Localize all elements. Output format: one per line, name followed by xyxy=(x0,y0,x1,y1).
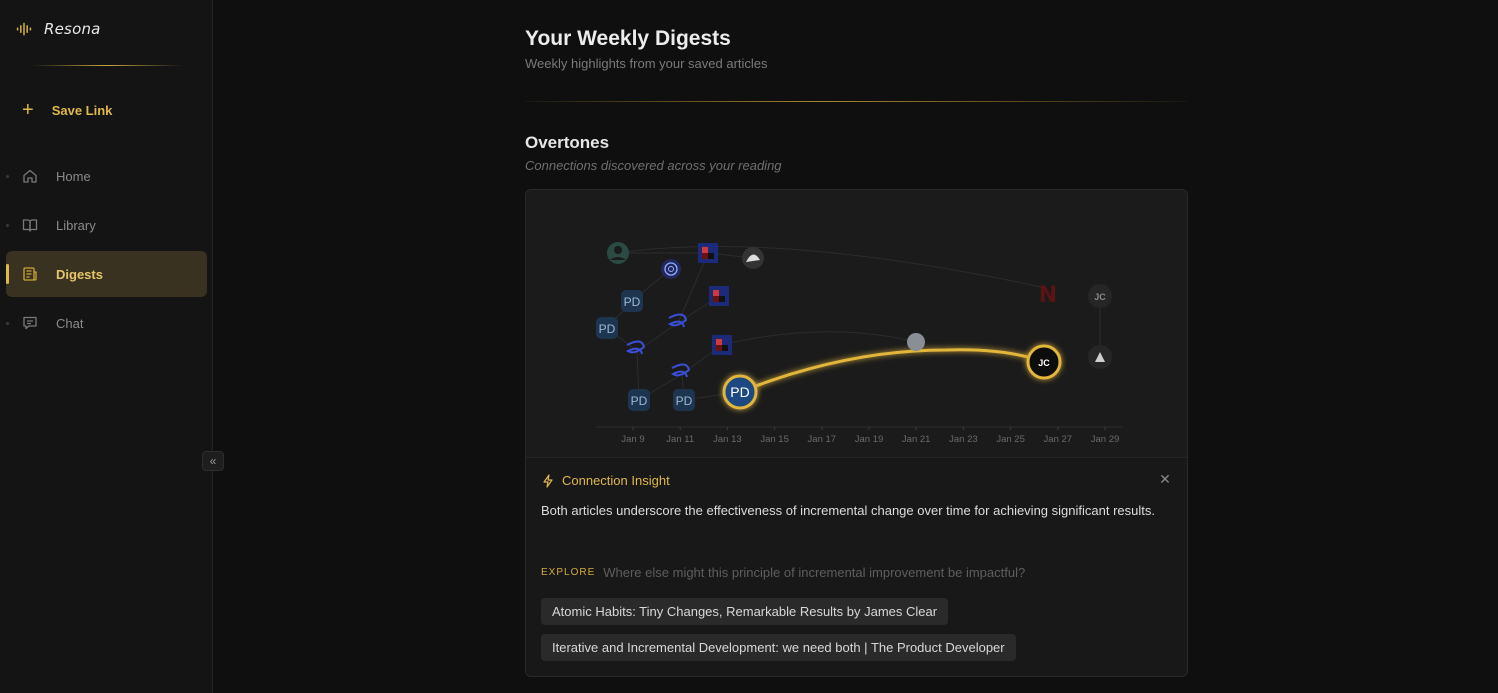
x-axis-tick-label: Jan 11 xyxy=(666,434,694,445)
main-content: Your Weekly Digests Weekly highlights fr… xyxy=(214,0,1498,693)
active-indicator xyxy=(6,264,9,284)
svg-text:PD: PD xyxy=(730,384,749,400)
article-node[interactable] xyxy=(907,333,925,351)
insight-header: Connection Insight xyxy=(541,473,670,488)
connection-insight-panel: Connection Insight ✕ Both articles under… xyxy=(526,458,1187,676)
svg-text:PD: PD xyxy=(599,322,616,336)
x-axis-tick-label: Jan 15 xyxy=(760,434,789,445)
x-axis: Jan 9 Jan 11 Jan 13 Jan 15 Jan 17 Jan 19 Jan 2… xyxy=(596,426,1122,445)
brand[interactable]: Resona xyxy=(16,20,101,38)
jc-node[interactable]: JC xyxy=(1088,284,1112,308)
triangle-node[interactable] xyxy=(1088,345,1112,369)
svg-text:JC: JC xyxy=(1038,358,1050,368)
article-chip[interactable]: Atomic Habits: Tiny Changes, Remarkable … xyxy=(541,598,949,625)
sidebar: Resona + Save Link Home Library Digests … xyxy=(0,0,224,693)
article-chip[interactable]: Iterative and Incremental Development: w… xyxy=(541,634,1016,661)
article-node[interactable] xyxy=(742,247,764,269)
sidebar-item-label: Library xyxy=(56,217,96,233)
nav-dot xyxy=(6,174,9,178)
overtones-card: PD PD PD PD N JC PD JC Jan 9 Jan 11 Jan … xyxy=(525,189,1188,677)
close-icon[interactable]: ✕ xyxy=(1157,471,1173,487)
svg-text:JC: JC xyxy=(1094,292,1106,302)
svg-text:PD: PD xyxy=(624,295,641,309)
sidebar-item-chat[interactable]: Chat xyxy=(6,300,207,346)
x-axis-tick-label: Jan 13 xyxy=(713,434,742,445)
x-axis-tick-label: Jan 19 xyxy=(855,434,884,445)
app-window: Resona + Save Link Home Library Digests … xyxy=(0,0,1498,693)
netflix-logo-node[interactable]: N xyxy=(1039,283,1057,308)
x-axis-tick-label: Jan 21 xyxy=(902,434,931,445)
overtones-graph[interactable]: PD PD PD PD N JC PD JC Jan 9 Jan 11 Jan … xyxy=(526,190,1187,458)
sidebar-item-label: Digests xyxy=(56,266,103,282)
nav-dot xyxy=(6,321,9,325)
book-icon xyxy=(22,219,38,232)
sidebar-nav: Home Library Digests Chat xyxy=(0,150,213,349)
highlighted-connection[interactable] xyxy=(739,348,1045,394)
page-divider xyxy=(525,101,1187,102)
sidebar-item-library[interactable]: Library xyxy=(6,202,207,248)
nav-dot xyxy=(6,223,9,227)
article-node[interactable] xyxy=(661,259,681,279)
pd-node[interactable]: PD xyxy=(673,389,695,411)
article-node[interactable] xyxy=(698,243,718,263)
overtones-subtitle: Connections discovered across your readi… xyxy=(525,158,782,173)
insight-title: Connection Insight xyxy=(562,473,670,488)
pd-node[interactable]: PD xyxy=(621,290,643,312)
brand-name: Resona xyxy=(44,20,101,38)
overtones-title: Overtones xyxy=(525,133,610,152)
article-node[interactable] xyxy=(607,242,629,264)
sidebar-item-digests[interactable]: Digests xyxy=(6,251,207,297)
svg-text:PD: PD xyxy=(676,394,693,408)
plus-icon: + xyxy=(22,99,34,121)
x-axis-tick-label: Jan 9 xyxy=(621,434,644,445)
x-axis-tick-label: Jan 27 xyxy=(1044,434,1073,445)
soundwave-logo-icon xyxy=(16,22,32,36)
selected-pd-node[interactable]: PD xyxy=(722,374,758,410)
x-axis-tick-label: Jan 23 xyxy=(949,434,978,445)
page-title: Your Weekly Digests xyxy=(525,27,731,50)
page-subtitle: Weekly highlights from your saved articl… xyxy=(525,56,768,71)
chat-icon xyxy=(23,316,37,330)
explore-question: Where else might this principle of incre… xyxy=(603,565,1026,580)
pd-node[interactable]: PD xyxy=(628,389,650,411)
article-node[interactable] xyxy=(712,335,732,355)
lightning-icon xyxy=(543,473,553,488)
insight-text: Both articles underscore the effectivene… xyxy=(541,503,1155,518)
swirl-logo-node[interactable] xyxy=(626,313,691,378)
pd-node[interactable]: PD xyxy=(596,317,618,339)
sidebar-item-home[interactable]: Home xyxy=(6,153,207,199)
explore-prompt: EXPLORE Where else might this principle … xyxy=(541,565,1025,580)
x-axis-tick-label: Jan 17 xyxy=(808,434,837,445)
home-icon xyxy=(23,169,37,183)
selected-jc-node[interactable]: JC xyxy=(1026,344,1062,380)
sidebar-item-label: Home xyxy=(56,168,91,184)
svg-text:PD: PD xyxy=(631,394,648,408)
connection-graph-svg[interactable]: PD PD PD PD N JC PD JC Jan 9 Jan 11 Jan … xyxy=(526,190,1187,458)
article-node[interactable] xyxy=(709,286,729,306)
x-axis-tick-label: Jan 29 xyxy=(1091,434,1120,445)
x-axis-tick-label: Jan 25 xyxy=(996,434,1025,445)
explore-tag: EXPLORE xyxy=(541,567,596,578)
sidebar-item-label: Chat xyxy=(56,315,84,331)
save-link-button[interactable]: + Save Link xyxy=(16,96,196,124)
newspaper-icon xyxy=(23,267,37,281)
brand-divider xyxy=(32,65,182,66)
save-link-label: Save Link xyxy=(51,102,113,118)
